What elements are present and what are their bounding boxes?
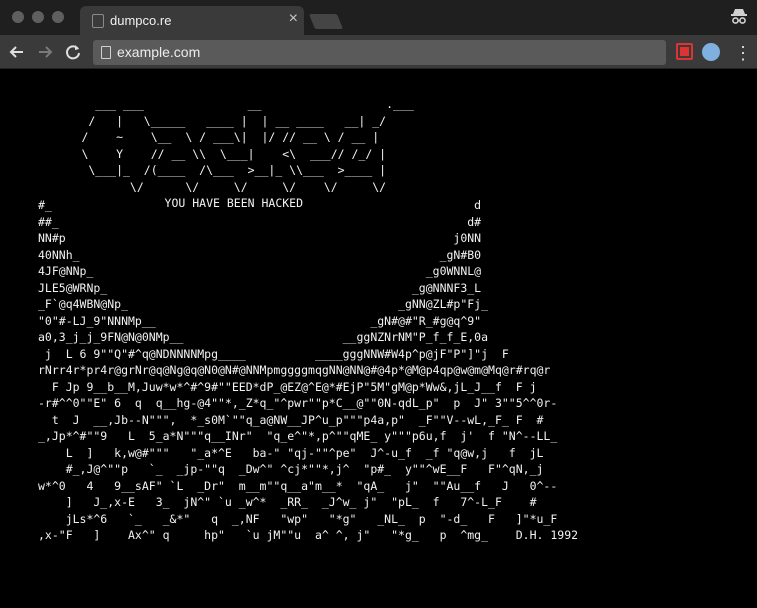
new-tab-button[interactable] <box>308 14 344 29</box>
url-text[interactable]: example.com <box>117 44 200 60</box>
hacked-logo-art: ___ ___ __ .___ / | \_____ ____ | | __ _… <box>81 97 414 210</box>
tab-strip: dumpco.re × <box>0 0 757 35</box>
address-bar[interactable]: example.com <box>93 40 666 65</box>
active-tab[interactable]: dumpco.re × <box>80 6 304 35</box>
incognito-icon <box>731 9 747 24</box>
reload-icon[interactable] <box>62 41 84 63</box>
zoom-window-button[interactable] <box>52 11 64 23</box>
page-viewport: ___ ___ __ .___ / | \_____ ____ | | __ _… <box>0 69 757 608</box>
extension-v-icon[interactable] <box>702 43 720 61</box>
ascii-art: ___ ___ __ .___ / | \_____ ____ | | __ _… <box>0 69 757 608</box>
extension-icon[interactable] <box>676 43 693 60</box>
tab-title: dumpco.re <box>110 13 172 28</box>
forward-arrow-icon[interactable] <box>34 41 56 63</box>
back-arrow-icon[interactable] <box>6 41 28 63</box>
tab-close-icon[interactable]: × <box>289 9 298 29</box>
skull-ascii-art: #_ d ##_ d# NN#p j0NN 40NNh_ _gN#B0 4JF@… <box>38 198 579 542</box>
page-favicon-icon <box>92 14 104 28</box>
close-window-button[interactable] <box>12 11 24 23</box>
page-icon <box>101 46 111 59</box>
menu-dots-icon[interactable]: ⋮ <box>734 42 752 64</box>
minimize-window-button[interactable] <box>32 11 44 23</box>
